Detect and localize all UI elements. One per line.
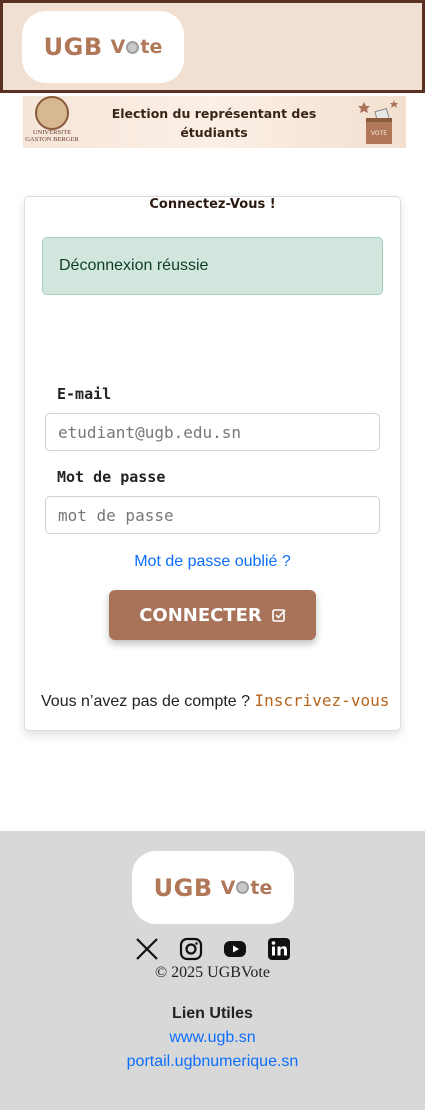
instagram-icon[interactable]: [179, 937, 203, 961]
seal-text: UNIVERSITE GASTON BERGER: [25, 129, 79, 143]
footer-logo-sub-text-te: te: [250, 876, 273, 899]
footer-link-ugb[interactable]: www.ugb.sn: [0, 1029, 425, 1047]
linkedin-icon[interactable]: [267, 937, 291, 961]
top-header: UGB V te: [0, 0, 425, 93]
signup-prompt: Vous n’avez pas de compte ? Inscrivez-vo…: [41, 691, 389, 711]
check-square-icon: [271, 609, 286, 622]
social-links: [0, 937, 425, 961]
login-card: Connectez-Vous ! Déconnexion réussie E-m…: [24, 196, 401, 731]
ballot-o-icon: [126, 40, 140, 54]
forgot-password-link[interactable]: Mot de passe oublié ?: [25, 553, 400, 571]
no-account-text: Vous n’avez pas de compte ?: [41, 693, 251, 710]
ugbvote-logo[interactable]: UGB V te: [22, 11, 184, 83]
footer-link-portail[interactable]: portail.ugbnumerique.sn: [0, 1053, 425, 1071]
ballot-box-label: VOTE: [371, 130, 387, 137]
logo-main-text: UGB: [43, 33, 103, 61]
youtube-icon[interactable]: [223, 937, 247, 961]
university-seal-logo: UNIVERSITE GASTON BERGER: [23, 96, 81, 148]
ballot-box-icon: VOTE: [358, 100, 398, 144]
password-label: Mot de passe: [57, 468, 166, 486]
election-banner: UNIVERSITE GASTON BERGER Election du rep…: [23, 96, 406, 148]
x-icon[interactable]: [135, 937, 159, 961]
copyright-text: © 2025 UGBVote: [155, 964, 270, 981]
password-field[interactable]: [45, 496, 380, 534]
footer-logo-sub-text-v: V: [220, 876, 236, 899]
signup-link[interactable]: Inscrivez-vous: [254, 691, 389, 710]
logo-sub-text-te: te: [140, 36, 163, 58]
footer: UGB V te © 2025 UGBVote Lien Utiles www.…: [0, 831, 425, 1110]
banner-title: Election du représentant des étudiants: [111, 106, 317, 140]
useful-links-title: Lien Utiles: [172, 1005, 253, 1022]
logo-sub-text-v: V: [110, 36, 126, 58]
footer-ballot-o-icon: [236, 881, 250, 894]
email-field[interactable]: [45, 413, 380, 451]
login-title: Connectez-Vous !: [149, 197, 276, 212]
connect-button-label: CONNECTER: [139, 604, 262, 626]
footer-ugbvote-logo[interactable]: UGB V te: [132, 851, 294, 924]
connect-button[interactable]: CONNECTER: [109, 590, 316, 640]
logout-success-alert: Déconnexion réussie: [42, 237, 383, 295]
email-label: E-mail: [57, 385, 112, 403]
footer-logo-main-text: UGB: [153, 873, 213, 902]
